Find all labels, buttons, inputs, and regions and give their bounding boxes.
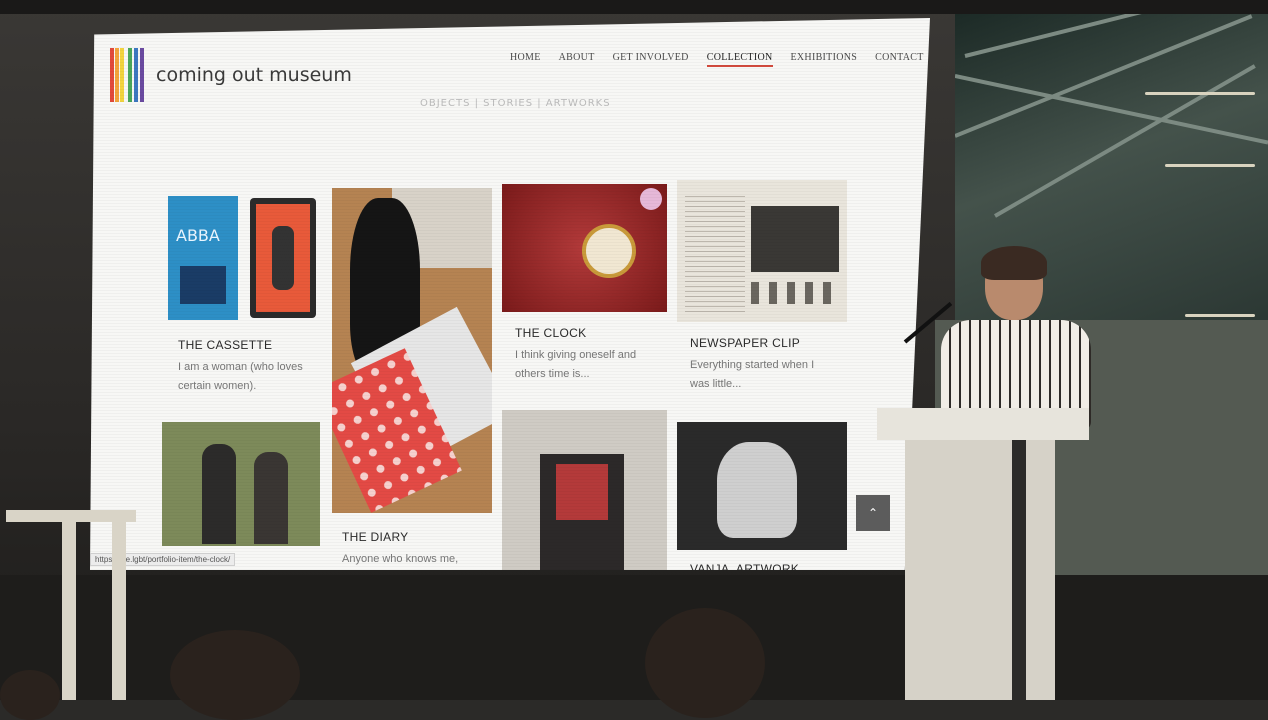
couple-photo[interactable]	[162, 422, 320, 546]
newspaper-photo	[751, 206, 839, 272]
newspaper-text	[685, 192, 745, 312]
audience-head	[645, 608, 765, 718]
logo-bar	[110, 48, 114, 102]
logo-bar	[120, 48, 124, 102]
nav-home[interactable]: HOME	[510, 52, 541, 67]
table-leg	[112, 522, 126, 700]
item-title-diary[interactable]: THE DIARY	[342, 530, 409, 544]
nav-contact[interactable]: CONTACT	[875, 52, 924, 67]
ceiling	[0, 0, 1268, 14]
logo-bar	[134, 48, 138, 102]
person-figure	[254, 452, 288, 544]
sticker-icon	[640, 188, 662, 210]
cassette-tape	[250, 198, 316, 318]
newspaper-image[interactable]	[677, 180, 847, 322]
figure-silhouette	[717, 442, 797, 538]
logo-bar	[140, 48, 144, 102]
side-table	[6, 510, 136, 522]
main-nav: HOME ABOUT GET INVOLVED COLLECTION EXHIB…	[510, 52, 924, 67]
logo-text: coming out museum	[156, 64, 352, 86]
table-leg	[62, 522, 76, 700]
nav-collection[interactable]: COLLECTION	[706, 52, 773, 67]
cassette-image[interactable]: ABBA	[168, 196, 318, 321]
logo-mark-icon	[110, 48, 146, 102]
item-title-vanja[interactable]: VANJA, ARTWORK	[690, 562, 799, 570]
item-excerpt-newspaper: Everything started when I was little...	[690, 359, 815, 390]
exhibition-hall: coming out museum HOME ABOUT GET INVOLVE…	[0, 0, 1268, 720]
newspaper-figures	[751, 282, 839, 304]
item-title-clock[interactable]: THE CLOCK	[515, 326, 586, 340]
logo-bar	[128, 48, 132, 102]
red-light	[556, 464, 608, 520]
item-excerpt-diary: Anyone who knows me,	[342, 553, 459, 565]
person-figure	[202, 444, 236, 544]
podium-body	[905, 440, 1055, 700]
diary-image[interactable]	[332, 188, 492, 513]
album-title: ABBA	[176, 226, 220, 245]
podium-top	[877, 408, 1089, 440]
audience-head	[0, 670, 60, 720]
nav-exhibitions[interactable]: EXHIBITIONS	[791, 52, 858, 67]
nav-get-involved[interactable]: GET INVOLVED	[613, 52, 689, 67]
projection-screen: coming out museum HOME ABOUT GET INVOLVE…	[90, 18, 930, 570]
item-excerpt-clock: I think giving oneself and others time i…	[515, 349, 637, 380]
clock-image[interactable]	[502, 184, 667, 312]
pocket-watch	[582, 224, 636, 278]
site-logo[interactable]: coming out museum	[110, 48, 352, 102]
podium	[877, 408, 1089, 700]
album-photo	[180, 266, 226, 304]
logo-bar	[115, 48, 119, 102]
album-cover: ABBA	[168, 196, 238, 320]
podium-stripe	[1012, 440, 1026, 700]
item-title-newspaper[interactable]: NEWSPAPER CLIP	[690, 336, 800, 350]
nav-about[interactable]: ABOUT	[559, 52, 595, 67]
item-excerpt-cassette: I am a woman (who loves certain women).	[178, 361, 303, 392]
item-title-cassette[interactable]: THE CASSETTE	[178, 338, 272, 352]
vanja-artwork-image[interactable]	[677, 422, 847, 550]
presenter-hair	[981, 246, 1047, 280]
audience-head	[170, 630, 300, 720]
interior-photo[interactable]	[502, 410, 667, 570]
collection-subnav[interactable]: OBJECTS | STORIES | ARTWORKS	[420, 98, 611, 109]
